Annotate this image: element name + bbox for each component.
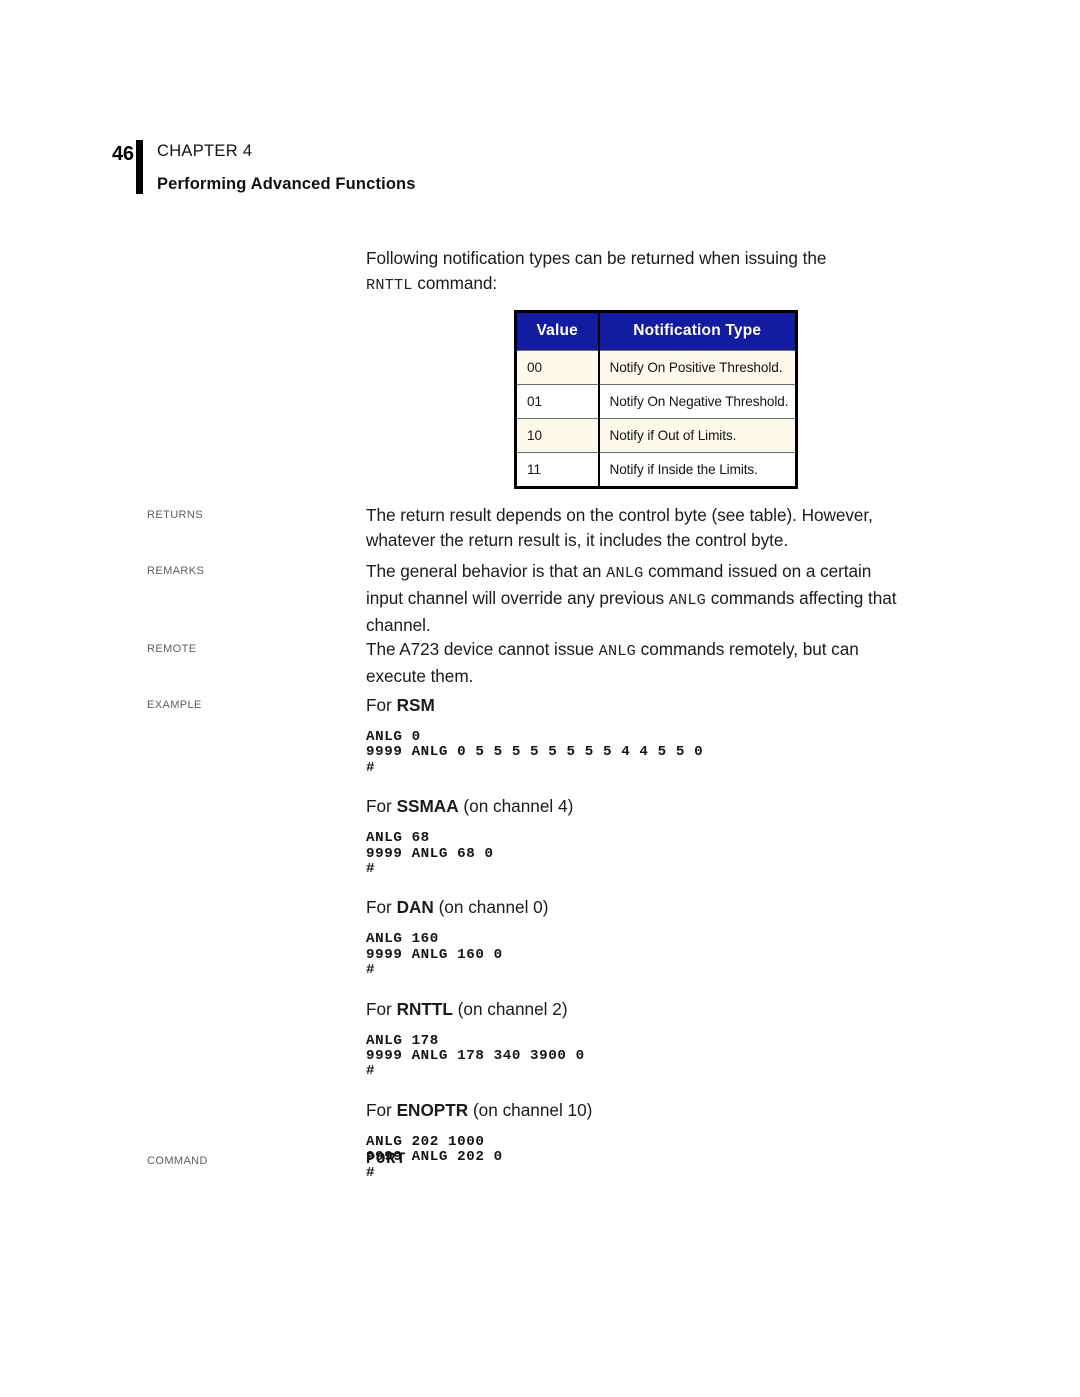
example-lead-prefix: For: [366, 897, 397, 918]
notification-type-table: Value Notification Type 00 Notify On Pos…: [514, 310, 798, 489]
header-text-group: CHAPTER 4 Performing Advanced Functions: [157, 140, 416, 194]
example-lead-dan: For DAN (on channel 0): [366, 895, 906, 920]
section-label-remarks: Remarks: [147, 561, 205, 578]
header-divider-rule: [136, 140, 143, 194]
section-label-command: Command: [147, 1151, 208, 1168]
example-command-name: RNTTL: [396, 998, 453, 1019]
table-row: 01 Notify On Negative Threshold.: [515, 384, 797, 419]
example-command-name: RSM: [396, 695, 435, 715]
example-lead-ssmaa: For SSMAA (on channel 4): [366, 794, 906, 819]
remote-text: The A723 device cannot issue ANLG comman…: [366, 637, 906, 689]
section-label-returns: Returns: [147, 505, 203, 522]
example-lead-prefix: For: [366, 796, 397, 817]
remote-text-a: The A723 device cannot issue: [366, 639, 599, 659]
remarks-mono-anlg-2: ANLG: [668, 591, 706, 609]
example-lead-rnttl: For RNTTL (on channel 2): [366, 997, 906, 1022]
example-lead-prefix: For: [366, 998, 397, 1019]
table-row: 11 Notify if Inside the Limits.: [515, 452, 797, 488]
example-lead-enoptr: For ENOPTR (on channel 10): [366, 1098, 906, 1123]
column-header-value: Value: [515, 311, 600, 351]
cell-value: 10: [515, 418, 600, 453]
table-header-row: Value Notification Type: [515, 311, 797, 351]
table-row: 00 Notify On Positive Threshold.: [515, 350, 797, 385]
returns-text: The return result depends on the control…: [366, 505, 873, 550]
chapter-label: CHAPTER 4: [157, 142, 253, 160]
section-body-remote: The A723 device cannot issue ANLG comman…: [366, 637, 906, 689]
notification-type-table-wrapper: Value Notification Type 00 Notify On Pos…: [514, 310, 798, 489]
section-label-remote: Remote: [147, 639, 197, 656]
cell-notification-type: Notify if Inside the Limits.: [598, 452, 797, 488]
remote-mono-anlg: ANLG: [598, 642, 636, 660]
example-lead-suffix: (on channel 4): [458, 796, 574, 817]
example-command-name: DAN: [396, 897, 434, 918]
example-lead-prefix: For: [366, 695, 397, 715]
command-name-port: PORT: [366, 1150, 407, 1168]
example-code-rnttl: ANLG 178 9999 ANLG 178 340 3900 0 #: [366, 1032, 585, 1080]
intro-line-1: Following notification types can be retu…: [366, 248, 827, 268]
section-body-remarks: The general behavior is that an ANLG com…: [366, 559, 906, 638]
example-code-rsm: ANLG 0 9999 ANLG 0 5 5 5 5 5 5 5 5 4 4 5…: [366, 729, 704, 776]
intro-paragraph: Following notification types can be retu…: [366, 246, 906, 298]
remarks-mono-anlg-1: ANLG: [606, 564, 644, 582]
section-body-returns: The return result depends on the control…: [366, 503, 906, 553]
example-lead-suffix: (on channel 0): [433, 897, 549, 918]
example-command-name: SSMAA: [396, 796, 459, 817]
cell-value: 01: [515, 384, 600, 419]
remarks-text: The general behavior is that an ANLG com…: [366, 559, 906, 638]
cell-value: 11: [515, 452, 600, 488]
table-row: 10 Notify if Out of Limits.: [515, 418, 797, 453]
page-header: 46 CHAPTER 4 Performing Advanced Functio…: [112, 140, 416, 194]
example-lead-prefix: For: [366, 1099, 397, 1120]
intro-command-token: RNTTL: [366, 276, 413, 294]
section-body-example: For RSM ANLG 0 9999 ANLG 0 5 5 5 5 5 5 5…: [366, 693, 906, 1181]
chapter-title: Performing Advanced Functions: [157, 174, 416, 193]
remarks-text-a: The general behavior is that an: [366, 561, 607, 581]
cell-notification-type: Notify On Negative Threshold.: [598, 384, 797, 419]
example-lead-suffix: (on channel 10): [468, 1099, 593, 1120]
document-page: 46 CHAPTER 4 Performing Advanced Functio…: [0, 0, 1080, 1397]
page-number: 46: [112, 143, 134, 165]
section-label-example: Example: [147, 695, 202, 712]
example-command-name: ENOPTR: [396, 1099, 469, 1120]
cell-notification-type: Notify On Positive Threshold.: [598, 350, 797, 385]
cell-notification-type: Notify if Out of Limits.: [598, 418, 797, 453]
example-lead-suffix: (on channel 2): [452, 998, 568, 1019]
column-header-notification-type: Notification Type: [598, 311, 797, 351]
example-code-ssmaa: ANLG 68 9999 ANLG 68 0 #: [366, 830, 494, 878]
section-body-command: PORT: [366, 1150, 906, 1168]
example-lead-rsm: For RSM: [366, 693, 906, 718]
intro-text: Following notification types can be retu…: [366, 246, 906, 298]
example-code-dan: ANLG 160 9999 ANLG 160 0 #: [366, 931, 503, 979]
intro-line-2-tail: command:: [412, 273, 498, 293]
cell-value: 00: [515, 350, 600, 385]
